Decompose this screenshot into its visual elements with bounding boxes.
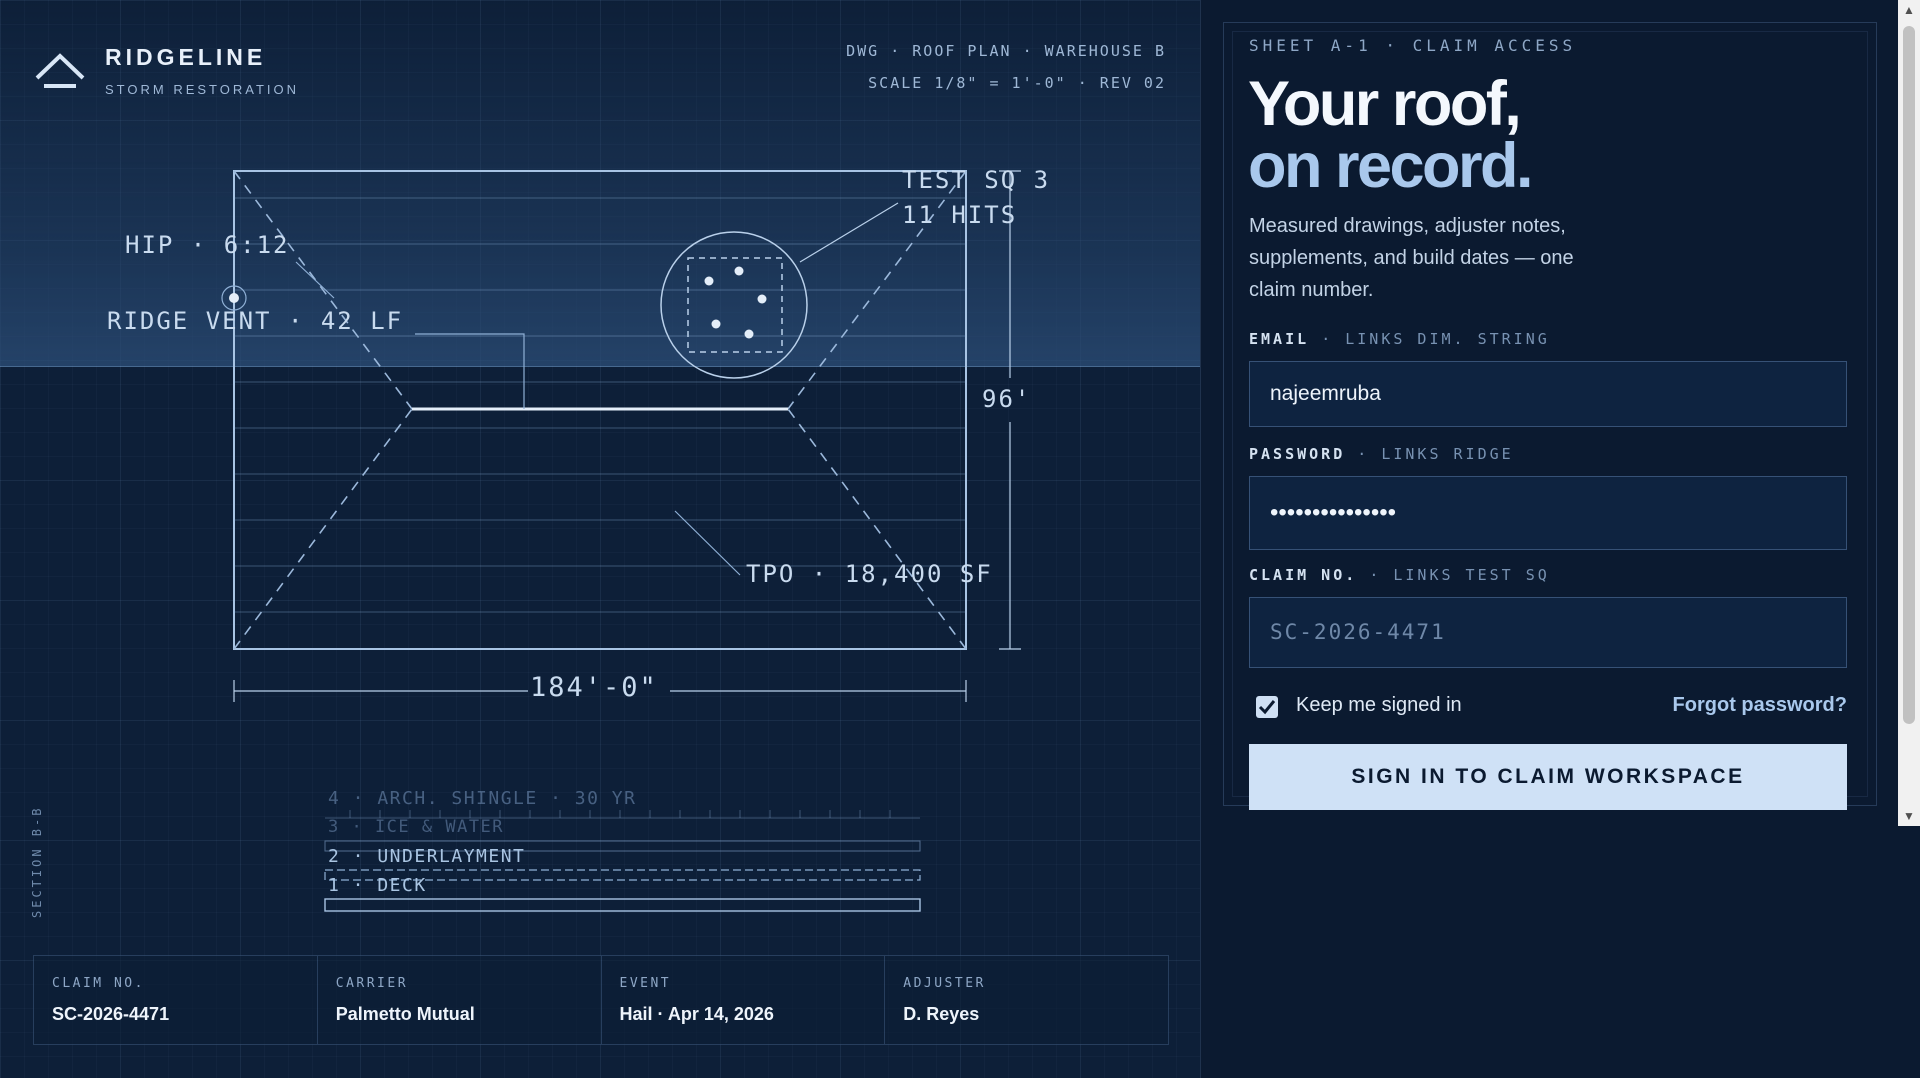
layer-shingle: 4 · ARCH. SHINGLE · 30 YR bbox=[328, 788, 637, 809]
info-value: SC-2026-4471 bbox=[52, 1004, 170, 1024]
sheet-label: SHEET A-1 · CLAIM ACCESS bbox=[1249, 36, 1577, 55]
claim-info-strip: CLAIM NO. SC-2026-4471 CARRIER Palmetto … bbox=[33, 955, 1169, 1045]
layer-ice-water: 3 · ICE & WATER bbox=[328, 817, 505, 837]
hail-hit bbox=[744, 329, 754, 339]
ridge-vent-label: RIDGE VENT · 42 LF bbox=[107, 307, 404, 335]
password-field[interactable]: ••••••••••••••• bbox=[1249, 476, 1847, 550]
page-title-line2: on record. bbox=[1248, 131, 1534, 201]
test-square-hits: 11 HITS bbox=[902, 201, 1018, 229]
scrollbar-thumb[interactable] bbox=[1903, 26, 1915, 724]
email-field[interactable]: najeemruba bbox=[1249, 361, 1847, 427]
info-adjuster: ADJUSTER D. Reyes bbox=[885, 956, 1168, 1044]
claim-number-input[interactable]: SC-2026-4471 bbox=[1249, 597, 1847, 668]
claim-label: CLAIM NO. · LINKS TEST SQ bbox=[1249, 566, 1550, 584]
forgot-password-link[interactable]: Forgot password? bbox=[1673, 694, 1847, 717]
test-square-label: TEST SQ 3 bbox=[902, 166, 1051, 194]
page-title-line1: Your roof, bbox=[1248, 69, 1522, 139]
info-event: EVENT Hail · Apr 14, 2026 bbox=[602, 956, 886, 1044]
info-claim: CLAIM NO. SC-2026-4471 bbox=[34, 956, 318, 1044]
hail-hit bbox=[711, 319, 721, 329]
hip-line bbox=[787, 408, 967, 650]
hip-label: HIP · 6:12 bbox=[125, 231, 290, 259]
width-label: 184'-0" bbox=[530, 672, 658, 703]
test-square-circle bbox=[660, 231, 808, 379]
scroll-down-icon[interactable]: ▼ bbox=[1898, 806, 1920, 826]
info-value: D. Reyes bbox=[903, 1004, 980, 1024]
info-value: Palmetto Mutual bbox=[335, 1004, 475, 1024]
info-label: CLAIM NO. bbox=[52, 976, 145, 991]
section-label: SECTION B-B bbox=[30, 805, 44, 918]
hail-hit bbox=[704, 276, 714, 286]
hail-hit bbox=[757, 294, 767, 304]
info-value: Hail · Apr 14, 2026 bbox=[619, 1004, 774, 1024]
layer-deck: 1 · DECK bbox=[328, 875, 427, 896]
hip-line bbox=[233, 408, 413, 650]
info-label: EVENT bbox=[619, 976, 672, 991]
keep-signed-in-checkbox[interactable] bbox=[1256, 696, 1278, 718]
keep-signed-in-label[interactable]: Keep me signed in bbox=[1296, 694, 1462, 717]
email-label: EMAIL · LINKS DIM. STRING bbox=[1249, 330, 1550, 348]
blueprint-area: RIDGELINE STORM RESTORATION DWG · ROOF P… bbox=[0, 0, 1200, 1078]
layer-underlayment: 2 · UNDERLAYMENT bbox=[328, 846, 526, 867]
hail-hit bbox=[734, 266, 744, 276]
password-label: PASSWORD · LINKS RIDGE bbox=[1249, 445, 1514, 463]
info-label: CARRIER bbox=[335, 976, 409, 991]
sign-in-button[interactable]: SIGN IN TO CLAIM WORKSPACE bbox=[1249, 744, 1847, 810]
info-label: ADJUSTER bbox=[903, 976, 986, 991]
height-label: 96' bbox=[982, 385, 1032, 413]
checkmark-icon bbox=[1258, 700, 1276, 715]
lede-text: Measured drawings, adjuster notes, suppl… bbox=[1249, 215, 1574, 301]
tpo-label: TPO · 18,400 SF bbox=[746, 560, 993, 588]
info-carrier: CARRIER Palmetto Mutual bbox=[318, 956, 602, 1044]
scroll-up-icon[interactable]: ▲ bbox=[1898, 0, 1920, 20]
